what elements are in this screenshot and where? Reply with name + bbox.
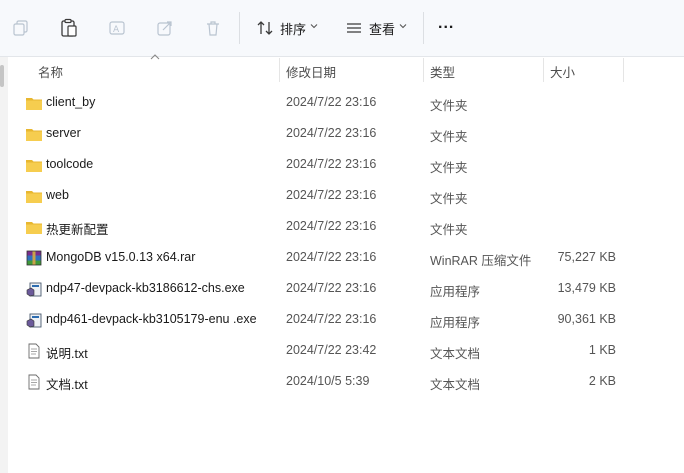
- file-row[interactable]: ndp47-devpack-kb3186612-chs.exe 2024/7/2…: [20, 273, 660, 304]
- file-type: 文件夹: [430, 192, 468, 206]
- file-modified: 2024/7/22 23:16: [286, 157, 377, 171]
- file-size: 75,227 KB: [557, 250, 616, 264]
- file-type: 文件夹: [430, 99, 468, 113]
- file-type: 文件夹: [430, 130, 468, 144]
- file-row[interactable]: ndp461-devpack-kb3105179-enu .exe 2024/7…: [20, 304, 660, 335]
- file-modified: 2024/10/5 5:39: [286, 374, 370, 388]
- file-type: 应用程序: [430, 285, 481, 299]
- file-modified: 2024/7/22 23:42: [286, 343, 377, 357]
- file-type: 文件夹: [430, 161, 468, 175]
- file-modified: 2024/7/22 23:16: [286, 126, 377, 140]
- toolbar-separator: [423, 12, 424, 44]
- column-header-type[interactable]: 类型: [430, 62, 455, 81]
- file-modified: 2024/7/22 23:16: [286, 219, 377, 233]
- view-button[interactable]: 查看: [369, 19, 395, 38]
- file-type: 文件夹: [430, 223, 468, 237]
- column-divider[interactable]: [279, 58, 280, 82]
- file-name: 热更新配置: [46, 223, 109, 237]
- text-document-icon: [28, 374, 40, 390]
- file-name: MongoDB v15.0.13 x64.rar: [46, 250, 196, 264]
- file-row[interactable]: 文档.txt 2024/10/5 5:39 文本文档 2 KB: [20, 366, 660, 397]
- file-modified: 2024/7/22 23:16: [286, 250, 377, 264]
- folder-icon: [26, 160, 42, 172]
- folder-icon: [26, 222, 42, 234]
- column-header-size[interactable]: 大小: [550, 62, 575, 81]
- file-name: web: [46, 188, 69, 202]
- sort-ascending-icon: [150, 54, 160, 60]
- winrar-archive-icon: [26, 250, 42, 266]
- copy-icon[interactable]: [9, 16, 33, 40]
- column-header-modified[interactable]: 修改日期: [286, 62, 336, 81]
- file-name: 文档.txt: [46, 378, 88, 392]
- file-modified: 2024/7/22 23:16: [286, 281, 377, 295]
- share-icon[interactable]: [153, 16, 177, 40]
- sort-button[interactable]: 排序: [280, 19, 306, 38]
- file-name: client_by: [46, 95, 96, 109]
- file-row[interactable]: 说明.txt 2024/7/22 23:42 文本文档 1 KB: [20, 335, 660, 366]
- file-size: 90,361 KB: [557, 312, 616, 326]
- file-size: 1 KB: [588, 343, 616, 357]
- file-modified: 2024/7/22 23:16: [286, 95, 377, 109]
- column-divider[interactable]: [623, 58, 624, 82]
- folder-icon: [26, 191, 42, 203]
- file-name: ndp47-devpack-kb3186612-chs.exe: [46, 281, 245, 295]
- chevron-down-icon: [310, 24, 318, 29]
- svg-text:A: A: [113, 25, 120, 35]
- folder-icon: [26, 129, 42, 141]
- file-size: 2 KB: [588, 374, 616, 388]
- file-name: ndp461-devpack-kb3105179-enu .exe: [46, 312, 257, 326]
- toolbar-separator: [239, 12, 240, 44]
- file-row[interactable]: client_by 2024/7/22 23:16 文件夹: [20, 87, 660, 118]
- delete-icon[interactable]: [201, 16, 225, 40]
- file-row[interactable]: toolcode 2024/7/22 23:16 文件夹: [20, 149, 660, 180]
- paste-icon[interactable]: [57, 16, 81, 40]
- more-options-button[interactable]: ...: [438, 15, 454, 33]
- folder-icon: [26, 98, 42, 110]
- file-modified: 2024/7/22 23:16: [286, 312, 377, 326]
- file-type: WinRAR 压缩文件: [430, 254, 532, 268]
- installer-exe-icon: [26, 313, 42, 328]
- file-row[interactable]: MongoDB v15.0.13 x64.rar 2024/7/22 23:16…: [20, 242, 660, 273]
- chevron-down-icon: [399, 24, 407, 29]
- file-row[interactable]: 热更新配置 2024/7/22 23:16 文件夹: [20, 211, 660, 242]
- file-name: server: [46, 126, 81, 140]
- navigation-pane-edge: [0, 57, 8, 473]
- view-icon[interactable]: [342, 16, 366, 40]
- file-modified: 2024/7/22 23:16: [286, 188, 377, 202]
- scrollbar-thumb[interactable]: [0, 65, 4, 87]
- file-row[interactable]: web 2024/7/22 23:16 文件夹: [20, 180, 660, 211]
- text-document-icon: [28, 343, 40, 359]
- file-type: 应用程序: [430, 316, 481, 330]
- file-type: 文本文档: [430, 378, 481, 392]
- column-divider[interactable]: [543, 58, 544, 82]
- command-bar: A 排序 查看 ...: [0, 0, 684, 57]
- installer-exe-icon: [26, 282, 42, 297]
- column-divider[interactable]: [423, 58, 424, 82]
- sort-icon[interactable]: [253, 16, 277, 40]
- file-type: 文本文档: [430, 347, 481, 361]
- file-name: 说明.txt: [46, 347, 88, 361]
- rename-icon[interactable]: A: [105, 16, 129, 40]
- column-header-name[interactable]: 名称: [38, 62, 63, 81]
- file-name: toolcode: [46, 157, 94, 171]
- file-size: 13,479 KB: [557, 281, 616, 295]
- file-row[interactable]: server 2024/7/22 23:16 文件夹: [20, 118, 660, 149]
